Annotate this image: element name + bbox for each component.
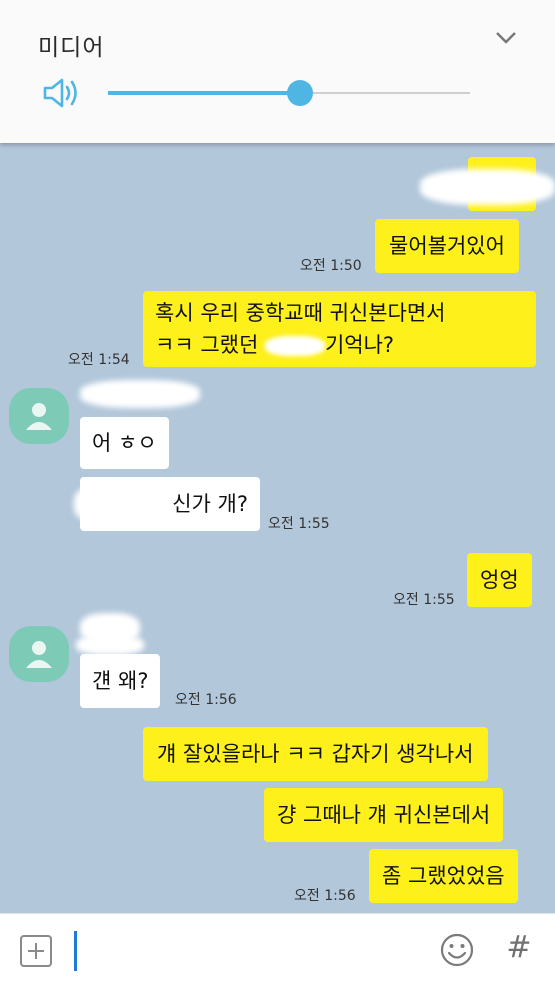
chat-area[interactable]: 오전 1:50 물어볼거있어 오전 1:54 혹시 우리 중학교때 귀신본다면서…: [0, 143, 555, 913]
message-bubble-mine[interactable]: 걍 그때나 걔 귀신본데서: [264, 788, 504, 842]
avatar[interactable]: [9, 626, 69, 682]
plus-icon[interactable]: [20, 935, 52, 967]
message-bubble-mine[interactable]: 좀 그랬었었음: [369, 849, 518, 903]
message-time: 오전 1:50: [300, 258, 362, 274]
avatar[interactable]: [9, 388, 69, 444]
message-time: 오전 1:56: [294, 888, 356, 904]
hashtag-icon[interactable]: #: [503, 928, 535, 968]
message-input-bar: #: [0, 913, 555, 986]
message-bubble-mine[interactable]: 물어볼거있어: [375, 219, 519, 273]
text-cursor: [74, 931, 77, 971]
volume-slider-fill: [108, 91, 300, 95]
message-bubble-mine[interactable]: 걔 잘있을라나 ㅋㅋ 갑자기 생각나서: [143, 727, 488, 781]
message-bubble-mine[interactable]: 엉엉: [467, 553, 532, 607]
message-bubble-mine[interactable]: 혹시 우리 중학교때 귀신본다면서 ㅋㅋ 그랬던 기억나?: [143, 291, 536, 367]
message-text-line: ㅋㅋ 그랬던 기억나?: [155, 329, 524, 361]
redaction-mark: [80, 380, 200, 408]
speaker-icon[interactable]: [42, 76, 82, 110]
message-time: 오전 1:56: [175, 692, 237, 708]
redaction-mark: [264, 336, 325, 356]
message-input[interactable]: [70, 929, 420, 973]
message-text-line: 혹시 우리 중학교때 귀신본다면서: [155, 301, 446, 325]
volume-slider[interactable]: [108, 80, 470, 106]
media-volume-panel: 미디어: [0, 0, 555, 143]
redaction-mark: [420, 169, 555, 205]
person-icon: [26, 403, 52, 430]
message-time: 오전 1:54: [68, 352, 130, 368]
redaction-mark: [76, 635, 144, 655]
person-icon: [26, 641, 52, 668]
message-time: 오전 1:55: [393, 592, 455, 608]
emoji-icon[interactable]: [439, 932, 475, 968]
chevron-down-icon[interactable]: [494, 30, 518, 46]
message-bubble-theirs[interactable]: 어 ㅎㅇ: [80, 417, 169, 469]
message-text-part: ㅋㅋ 그랬던: [155, 333, 265, 357]
volume-slider-thumb[interactable]: [286, 80, 313, 106]
message-time: 오전 1:55: [268, 516, 330, 532]
message-bubble-theirs[interactable]: 걘 왜?: [80, 654, 161, 708]
message-text: 신가 개?: [172, 492, 248, 516]
media-title: 미디어: [38, 35, 105, 61]
message-text-part: 기억나?: [324, 333, 395, 357]
redaction-mark: [74, 483, 156, 525]
